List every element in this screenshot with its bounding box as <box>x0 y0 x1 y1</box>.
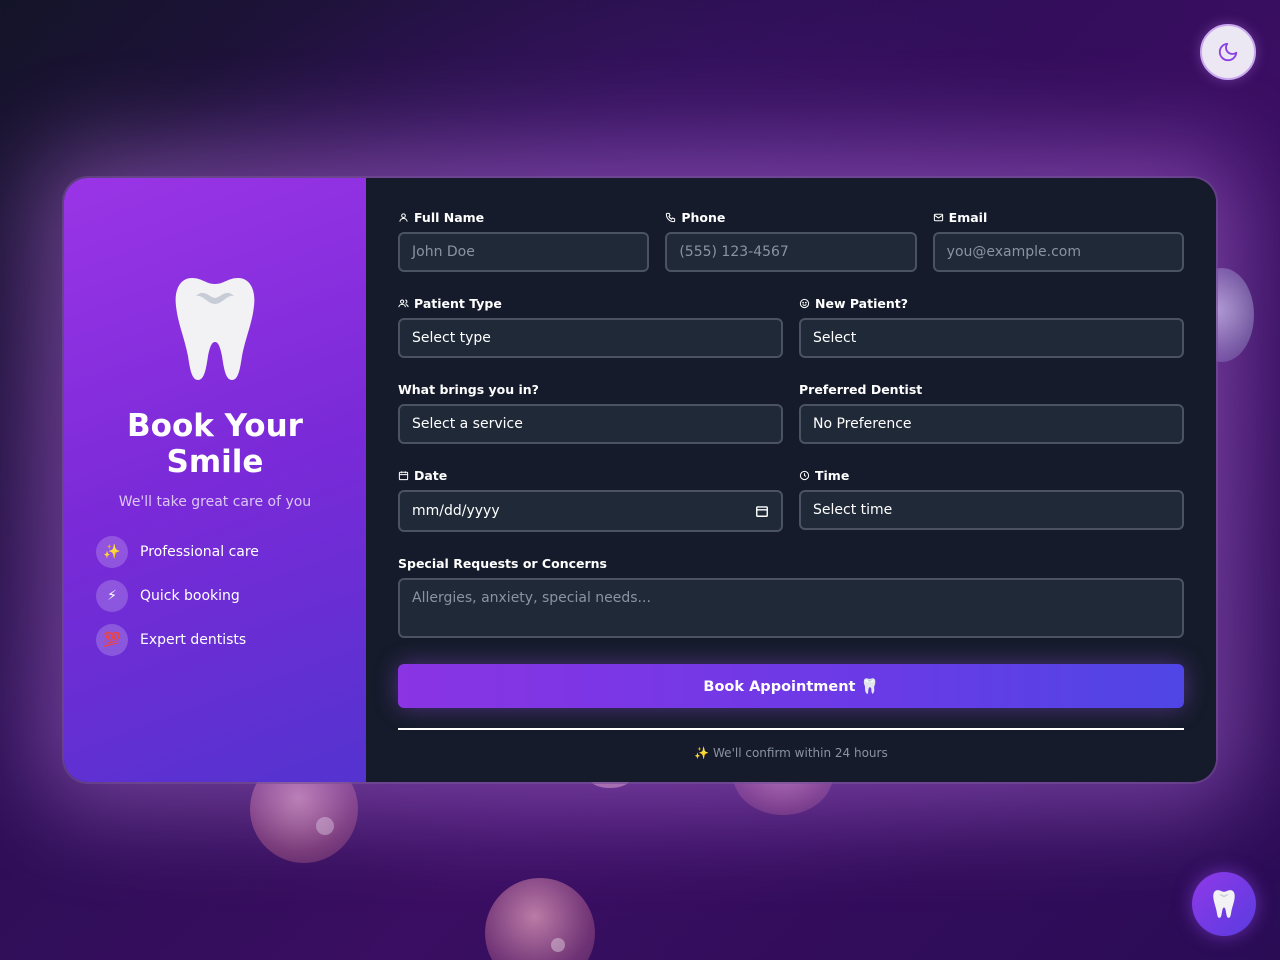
patient-type-select[interactable]: Select type <box>398 318 783 358</box>
requests-label: Special Requests or Concerns <box>398 555 607 571</box>
new-patient-label: New Patient? <box>815 295 908 311</box>
feature-item: 💯 Expert dentists <box>96 624 366 656</box>
feature-label: Professional care <box>140 544 259 560</box>
hero-panel: Book Your Smile We'll take great care of… <box>64 178 366 782</box>
user-icon <box>399 212 408 222</box>
email-label: Email <box>948 209 988 225</box>
full-name-field: Full Name John Doe <box>398 208 650 272</box>
feature-label: Quick booking <box>140 588 240 604</box>
page-subtitle: We'll take great care of you <box>118 494 312 510</box>
time-select[interactable]: Select time <box>799 490 1184 530</box>
new-patient-select[interactable]: Select <box>799 318 1184 358</box>
dentist-select[interactable]: No Preference <box>799 404 1184 444</box>
email-field: Email you@example.com <box>932 208 1184 272</box>
clock-icon <box>799 470 810 480</box>
dentist-label: Preferred Dentist <box>799 381 923 397</box>
background-bubble <box>485 878 595 960</box>
lightning-icon: ⚡ <box>96 580 128 612</box>
feature-item: ⚡ Quick booking <box>96 580 366 612</box>
book-appointment-button[interactable]: Book Appointment 🦷 <box>398 664 1184 708</box>
mail-icon <box>933 213 943 221</box>
floating-action-button[interactable] <box>1192 872 1256 936</box>
requests-field: Special Requests or Concerns Allergies, … <box>398 554 1184 638</box>
service-field: What brings you in? Select a service <box>398 380 783 444</box>
patient-type-label: Patient Type <box>414 295 502 311</box>
time-label: Time <box>815 467 850 483</box>
moon-icon <box>1218 42 1238 62</box>
dentist-field: Preferred Dentist No Preference <box>799 380 1184 444</box>
feature-label: Expert dentists <box>140 632 247 648</box>
smile-icon <box>799 298 810 308</box>
full-name-label: Full Name <box>414 209 485 225</box>
phone-input[interactable]: (555) 123-4567 <box>665 232 917 272</box>
patient-type-field: Patient Type Select type <box>398 294 783 358</box>
date-placeholder: mm/dd/yyyy <box>412 503 500 519</box>
theme-toggle-button[interactable] <box>1200 24 1256 80</box>
date-input[interactable]: mm/dd/yyyy <box>398 490 783 532</box>
hundred-points-icon: 💯 <box>96 624 128 656</box>
service-label: What brings you in? <box>398 381 539 397</box>
booking-card: Book Your Smile We'll take great care of… <box>64 178 1216 782</box>
new-patient-field: New Patient? Select <box>799 294 1184 358</box>
page-title: Book Your Smile <box>127 408 303 480</box>
phone-icon <box>666 212 676 222</box>
sparkles-icon: ✨ <box>96 536 128 568</box>
tooth-icon <box>1213 890 1235 918</box>
date-field: Date mm/dd/yyyy <box>398 466 783 532</box>
full-name-input[interactable]: John Doe <box>398 232 650 272</box>
calendar-picker-icon[interactable] <box>755 504 769 518</box>
confirm-note: ✨ We'll confirm within 24 hours <box>694 746 888 760</box>
divider <box>398 728 1184 730</box>
tooth-icon <box>175 278 255 380</box>
feature-item: ✨ Professional care <box>96 536 366 568</box>
date-label: Date <box>414 467 448 483</box>
feature-list: ✨ Professional care ⚡ Quick booking 💯 Ex… <box>64 536 366 668</box>
service-select[interactable]: Select a service <box>398 404 783 444</box>
calendar-icon <box>398 470 409 480</box>
phone-label: Phone <box>681 209 726 225</box>
booking-form: Full Name John Doe Phone (555) 123-4567 … <box>366 178 1216 782</box>
email-input[interactable]: you@example.com <box>932 232 1184 272</box>
time-field: Time Select time <box>799 466 1184 532</box>
phone-field: Phone (555) 123-4567 <box>665 208 917 272</box>
users-icon <box>398 299 409 307</box>
requests-textarea[interactable]: Allergies, anxiety, special needs... <box>398 578 1184 638</box>
